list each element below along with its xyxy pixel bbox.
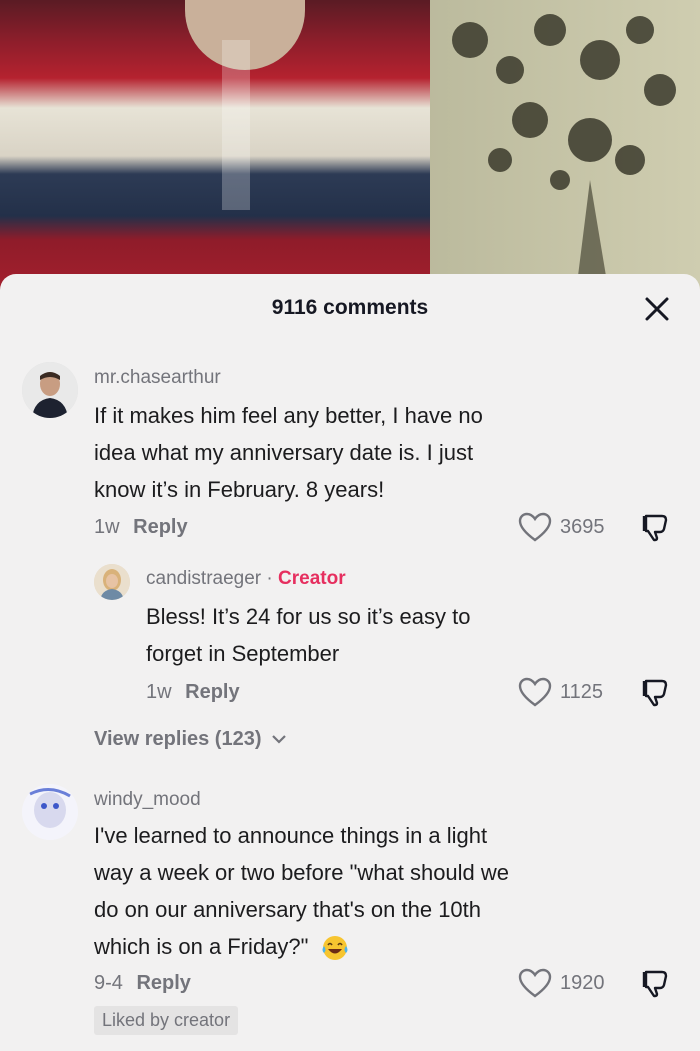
- comment-meta: 1w Reply: [94, 516, 188, 539]
- user-photo-icon: [22, 784, 78, 840]
- dislike-icon[interactable]: [640, 512, 670, 547]
- comment-text-line: know it’s in February. 8 years!: [94, 477, 385, 502]
- comment-text-line: Bless! It’s 24 for us so it’s easy to: [146, 604, 471, 629]
- heart-icon: [518, 677, 552, 707]
- comment-text-line: way a week or two before "what should we: [94, 860, 510, 885]
- comment-item: windy_mood I've learned to announce thin…: [0, 784, 700, 1044]
- comment-text: I've learned to announce things in a lig…: [94, 817, 674, 965]
- reply-item: candistraeger · Creator Bless! It’s 24 f…: [0, 564, 700, 714]
- liked-by-creator-badge: Liked by creator: [94, 1006, 239, 1035]
- view-replies-label: View replies (123): [94, 728, 262, 750]
- comment-text-line: do on our anniversary that's on the 10th: [94, 897, 482, 922]
- comments-panel: 9116 comments mr.chasearthur If it makes…: [0, 274, 700, 1051]
- like-button[interactable]: 1920: [518, 968, 605, 998]
- comment-count: 9116 comments: [271, 296, 429, 319]
- avatar[interactable]: [22, 362, 78, 418]
- user-photo-icon: [22, 362, 78, 418]
- comment-username: candistraeger · Creator: [146, 568, 346, 590]
- comment-text-line: I've learned to announce things in a lig…: [94, 823, 488, 848]
- comment-meta: 1w Reply: [146, 681, 240, 704]
- comment-text-line: which is on a Friday?": [94, 934, 309, 959]
- creator-username[interactable]: candistraeger: [146, 568, 261, 589]
- like-button[interactable]: 1125: [518, 677, 603, 707]
- creator-photo-icon: [94, 564, 130, 600]
- comment-text: If it makes him feel any better, I have …: [94, 397, 654, 508]
- reply-button[interactable]: Reply: [136, 972, 190, 994]
- comment-username[interactable]: mr.chasearthur: [94, 367, 221, 389]
- dislike-icon[interactable]: [640, 677, 670, 712]
- video-background[interactable]: [0, 0, 700, 300]
- avatar[interactable]: [22, 784, 78, 840]
- heart-icon: [518, 512, 552, 542]
- close-icon[interactable]: [642, 294, 672, 324]
- chevron-down-icon: [272, 735, 286, 744]
- laughing-tears-emoji-icon: [322, 936, 348, 961]
- separator-dot: ·: [266, 568, 273, 589]
- like-count: 3695: [560, 515, 605, 538]
- like-count: 1125: [560, 680, 604, 703]
- video-plant-decor: [452, 14, 676, 300]
- comment-text-line-with-emoji: which is on a Friday?": [94, 928, 674, 965]
- comment-time: 9-4: [94, 972, 123, 994]
- dislike-icon[interactable]: [640, 968, 670, 1003]
- comment-text-line: If it makes him feel any better, I have …: [94, 403, 483, 428]
- avatar[interactable]: [94, 564, 130, 600]
- comment-text-line: idea what my anniversary date is. I just: [94, 440, 474, 465]
- reply-button[interactable]: Reply: [133, 516, 187, 538]
- view-replies-button[interactable]: View replies (123): [94, 728, 287, 751]
- comment-item: mr.chasearthur If it makes him feel any …: [0, 362, 700, 552]
- comments-header: 9116 comments: [0, 274, 700, 346]
- reply-button[interactable]: Reply: [185, 681, 239, 703]
- like-button[interactable]: 3695: [518, 512, 605, 542]
- comment-username[interactable]: windy_mood: [94, 789, 201, 811]
- comment-time: 1w: [146, 681, 172, 703]
- comment-time: 1w: [94, 516, 120, 538]
- heart-icon: [518, 968, 552, 998]
- comment-text: Bless! It’s 24 for us so it’s easy to fo…: [146, 598, 666, 672]
- video-shirt-placket: [222, 40, 250, 210]
- comment-meta: 9-4 Reply: [94, 972, 191, 995]
- comment-text-line: forget in September: [146, 641, 340, 666]
- creator-badge: Creator: [278, 568, 346, 589]
- like-count: 1920: [560, 971, 605, 994]
